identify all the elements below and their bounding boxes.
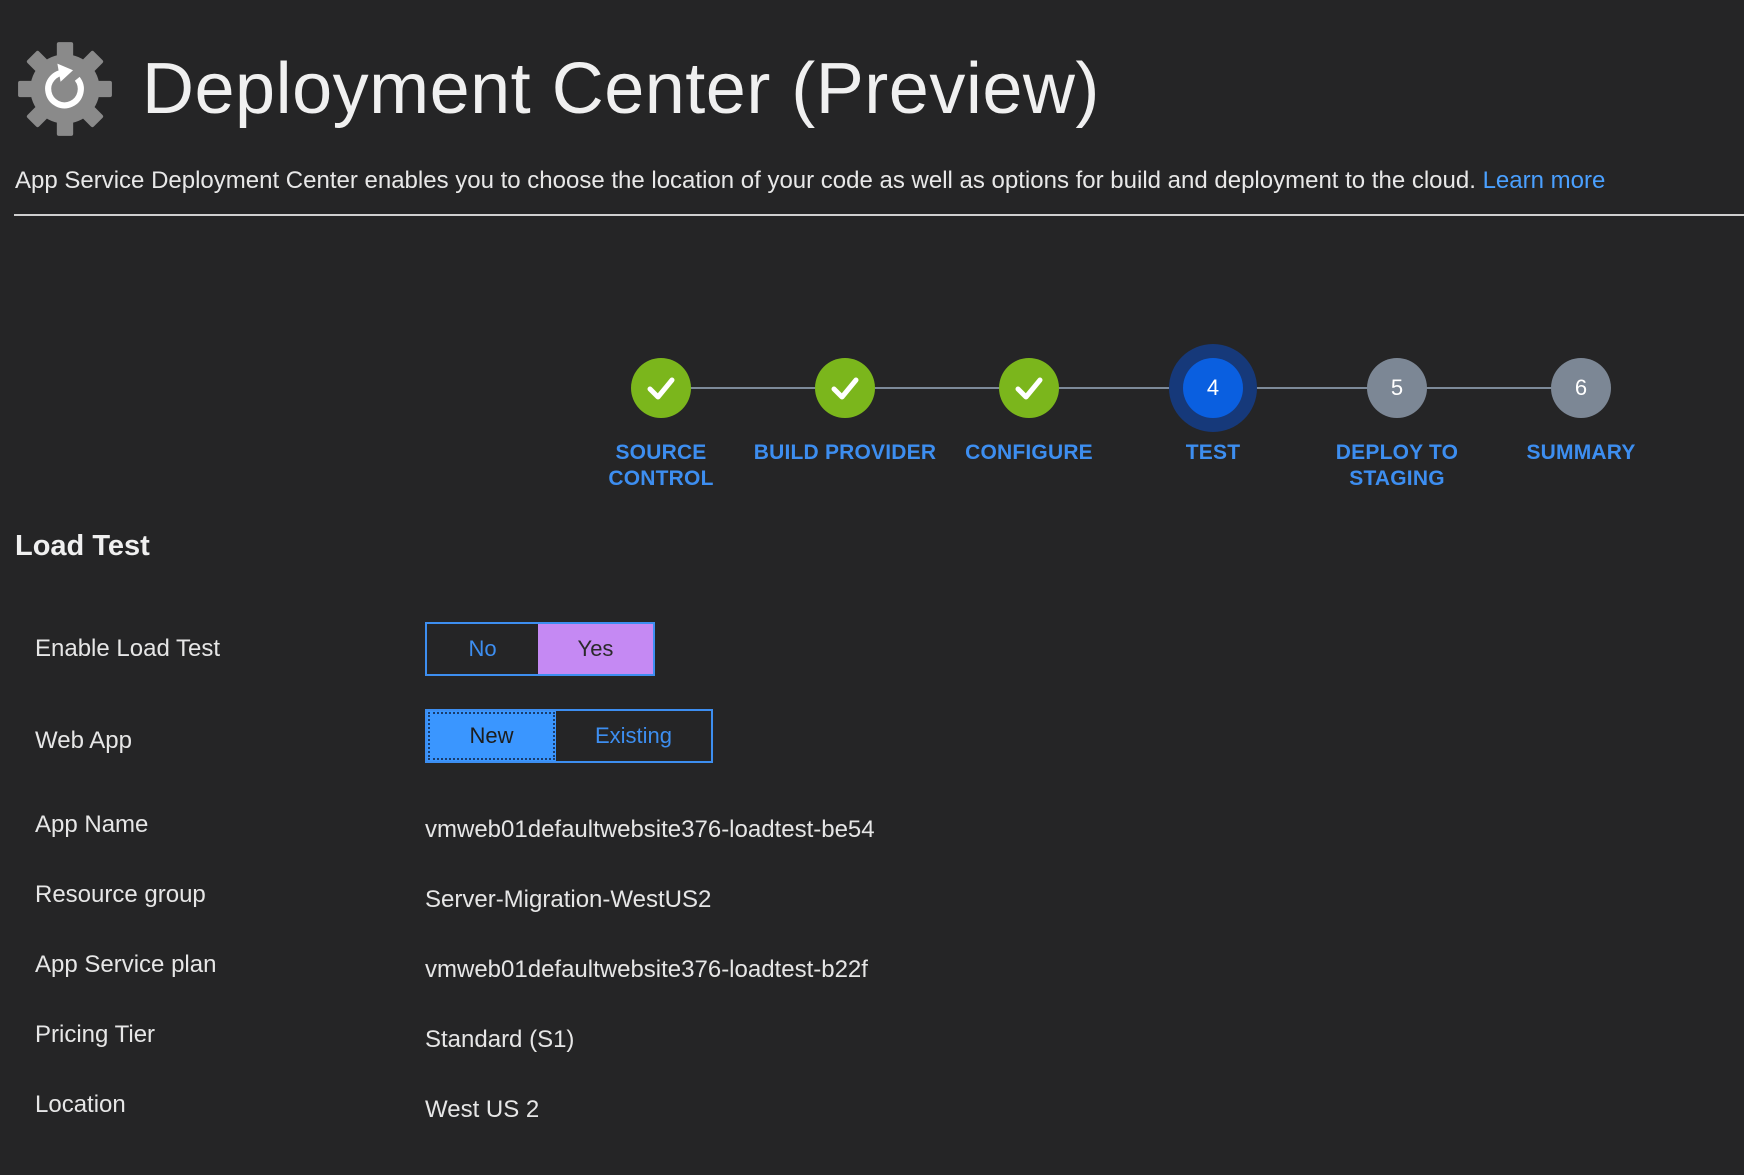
step-label: SUMMARY	[1526, 441, 1636, 464]
enable-load-test-no-option[interactable]: No	[427, 624, 538, 674]
app-service-plan-label: App Service plan	[35, 951, 217, 978]
web-app-existing-option[interactable]: Existing	[556, 711, 711, 761]
step-build-provider[interactable]: BUILD PROVIDER	[745, 350, 945, 466]
app-service-plan-value: vmweb01defaultwebsite376-loadtest-b22f	[425, 956, 868, 983]
step-deploy-to-staging[interactable]: 5 DEPLOY TO STAGING	[1297, 350, 1497, 492]
page-description: App Service Deployment Center enables yo…	[15, 167, 1605, 195]
web-app-toggle: New Existing	[425, 709, 713, 763]
step-label: BUILD PROVIDER	[753, 441, 937, 464]
step-number-badge: 5	[1367, 358, 1427, 418]
enable-load-test-label: Enable Load Test	[35, 635, 221, 662]
step-done-check-icon	[999, 358, 1059, 418]
resource-group-value: Server-Migration-WestUS2	[425, 886, 712, 913]
web-app-label: Web App	[35, 727, 132, 754]
section-title: Load Test	[15, 530, 150, 562]
step-test[interactable]: 4 TEST	[1113, 350, 1313, 466]
location-value: West US 2	[425, 1096, 540, 1123]
app-name-label: App Name	[35, 811, 149, 838]
step-source-control[interactable]: SOURCE CONTROL	[561, 350, 761, 492]
step-label: TEST	[1185, 441, 1241, 464]
wizard-stepper: SOURCE CONTROL BUILD PROVIDER CONFIGURE …	[0, 350, 1744, 500]
step-configure[interactable]: CONFIGURE	[929, 350, 1129, 466]
pricing-tier-value: Standard (S1)	[425, 1026, 575, 1053]
step-summary[interactable]: 6 SUMMARY	[1481, 350, 1681, 466]
web-app-new-option[interactable]: New	[427, 711, 556, 761]
pricing-tier-label: Pricing Tier	[35, 1021, 156, 1048]
step-done-check-icon	[631, 358, 691, 418]
step-label: SOURCE CONTROL	[608, 441, 714, 490]
description-text: App Service Deployment Center enables yo…	[15, 167, 1476, 194]
step-label: DEPLOY TO STAGING	[1335, 441, 1459, 490]
step-number-badge: 6	[1551, 358, 1611, 418]
enable-load-test-toggle: No Yes	[425, 622, 655, 676]
page-header: Deployment Center (Preview)	[14, 34, 1100, 144]
gear-refresh-icon	[18, 42, 112, 136]
app-name-value: vmweb01defaultwebsite376-loadtest-be54	[425, 816, 875, 843]
enable-load-test-yes-option[interactable]: Yes	[538, 624, 653, 674]
step-done-check-icon	[815, 358, 875, 418]
learn-more-link[interactable]: Learn more	[1483, 167, 1606, 194]
header-divider	[14, 214, 1744, 216]
step-label: CONFIGURE	[965, 441, 1093, 464]
location-label: Location	[35, 1091, 126, 1118]
resource-group-label: Resource group	[35, 881, 206, 908]
step-number-badge: 4	[1183, 358, 1243, 418]
page-title: Deployment Center (Preview)	[142, 49, 1100, 129]
